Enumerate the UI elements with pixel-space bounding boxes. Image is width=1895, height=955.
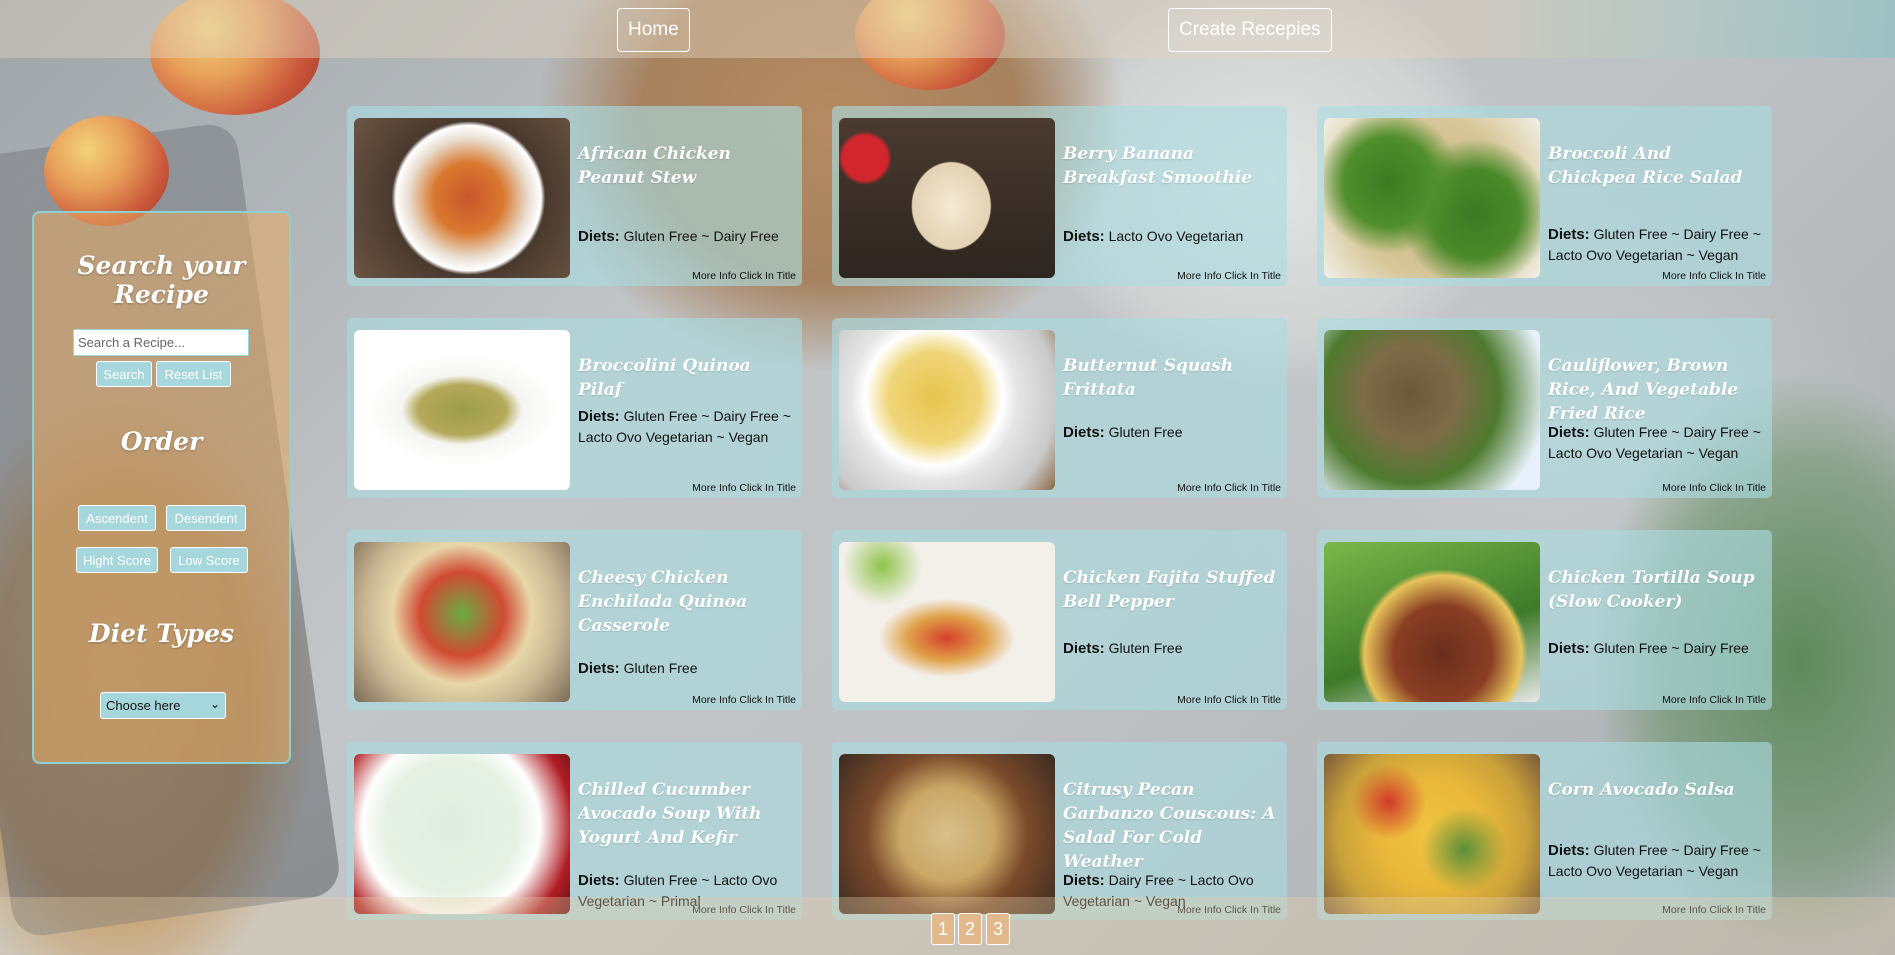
- top-navbar: Home Create Recepies: [0, 0, 1895, 58]
- recipe-diets: Diets: Gluten Free ~ Dairy Free: [578, 226, 794, 247]
- recipe-image: [1324, 754, 1540, 914]
- recipe-title-link[interactable]: Berry Banana Breakfast Smoothie: [1063, 142, 1278, 190]
- recipe-image: [839, 754, 1055, 914]
- recipe-title-link[interactable]: Chicken Fajita Stuffed Bell Pepper: [1063, 566, 1278, 614]
- recipe-title-link[interactable]: Chicken Tortilla Soup (Slow Cooker): [1548, 566, 1763, 614]
- recipe-title-link[interactable]: Butternut Squash Frittata: [1063, 354, 1278, 402]
- recipe-image: [839, 330, 1055, 490]
- reset-list-button[interactable]: Reset List: [156, 361, 231, 387]
- page-2-button[interactable]: 2: [958, 913, 982, 945]
- recipe-diets: Diets: Gluten Free: [1063, 422, 1279, 443]
- recipe-card: African Chicken Peanut Stew Diets: Gluten…: [347, 106, 802, 286]
- recipe-card: Chicken Fajita Stuffed Bell Pepper Diets:…: [832, 530, 1287, 710]
- diets-label: Diets:: [578, 872, 620, 889]
- more-info-hint: More Info Click In Title: [1662, 482, 1766, 494]
- diets-value: Gluten Free: [1108, 640, 1183, 656]
- diets-label: Diets:: [578, 660, 620, 677]
- more-info-hint: More Info Click In Title: [1662, 270, 1766, 282]
- search-input[interactable]: [73, 329, 249, 356]
- diets-label: Diets:: [578, 408, 620, 425]
- diets-label: Diets:: [1063, 228, 1105, 245]
- search-sidebar: Search your Recipe Search Reset List Ord…: [32, 211, 291, 764]
- recipe-image: [354, 330, 570, 490]
- recipe-title-link[interactable]: Chilled Cucumber Avocado Soup With Yogur…: [578, 778, 793, 850]
- recipe-title-link[interactable]: Cauliflower, Brown Rice, And Vegetable F…: [1548, 354, 1763, 426]
- recipe-card: Cheesy Chicken Enchilada Quinoa Casserol…: [347, 530, 802, 710]
- diet-select-value: Choose here: [106, 698, 181, 713]
- chevron-down-icon: ⌄: [209, 697, 220, 711]
- navbar-tint: [1475, 0, 1895, 58]
- diets-label: Diets:: [1548, 226, 1590, 243]
- recipe-card: Citrusy Pecan Garbanzo Couscous: A Salad…: [832, 742, 1287, 920]
- recipe-title-link[interactable]: Cheesy Chicken Enchilada Quinoa Casserol…: [578, 566, 793, 638]
- more-info-hint: More Info Click In Title: [692, 694, 796, 706]
- recipe-diets: Diets: Gluten Free: [578, 658, 794, 679]
- diets-label: Diets:: [1063, 424, 1105, 441]
- recipe-card: Berry Banana Breakfast Smoothie Diets: La…: [832, 106, 1287, 286]
- recipe-image: [1324, 542, 1540, 702]
- recipe-image: [839, 118, 1055, 278]
- diets-value: Gluten Free: [623, 660, 698, 676]
- recipe-card: Cauliflower, Brown Rice, And Vegetable F…: [1317, 318, 1772, 498]
- recipe-diets: Diets: Lacto Ovo Vegetarian: [1063, 226, 1279, 247]
- search-title: Search your Recipe: [77, 251, 246, 309]
- diet-type-select[interactable]: Choose here ⌄: [100, 692, 226, 719]
- page-1-button[interactable]: 1: [931, 913, 955, 945]
- recipe-image: [839, 542, 1055, 702]
- recipe-diets: Diets: Gluten Free ~ Dairy Free: [1548, 638, 1764, 659]
- more-info-hint: More Info Click In Title: [1177, 270, 1281, 282]
- search-button[interactable]: Search: [96, 361, 152, 387]
- recipe-card: Chicken Tortilla Soup (Slow Cooker) Diets…: [1317, 530, 1772, 710]
- recipe-card: Broccolini Quinoa Pilaf Diets: Gluten Fre…: [347, 318, 802, 498]
- recipe-diets: Diets: Gluten Free ~ Dairy Free ~ Lacto …: [1548, 422, 1764, 463]
- more-info-hint: More Info Click In Title: [1177, 694, 1281, 706]
- recipe-card: Broccoli And Chickpea Rice Salad Diets: G…: [1317, 106, 1772, 286]
- recipe-image: [354, 542, 570, 702]
- diets-value: Gluten Free: [1108, 424, 1183, 440]
- more-info-hint: More Info Click In Title: [1177, 482, 1281, 494]
- diets-label: Diets:: [578, 228, 620, 245]
- high-score-button[interactable]: Hight Score: [76, 547, 158, 573]
- diets-label: Diets:: [1063, 640, 1105, 657]
- more-info-hint: More Info Click In Title: [692, 270, 796, 282]
- diet-types-title: Diet Types: [88, 619, 235, 648]
- create-recipes-button[interactable]: Create Recepies: [1168, 8, 1332, 52]
- recipe-image: [1324, 118, 1540, 278]
- recipe-card: Butternut Squash Frittata Diets: Gluten F…: [832, 318, 1287, 498]
- recipe-card: Corn Avocado Salsa Diets: Gluten Free ~ D…: [1317, 742, 1772, 920]
- recipe-card: Chilled Cucumber Avocado Soup With Yogur…: [347, 742, 802, 920]
- recipe-title-link[interactable]: Corn Avocado Salsa: [1548, 778, 1763, 802]
- recipe-diets: Diets: Gluten Free: [1063, 638, 1279, 659]
- diets-label: Diets:: [1548, 640, 1590, 657]
- recipe-image: [354, 118, 570, 278]
- page-3-button[interactable]: 3: [986, 913, 1010, 945]
- diets-value: Lacto Ovo Vegetarian: [1108, 228, 1244, 244]
- more-info-hint: More Info Click In Title: [692, 482, 796, 494]
- diets-label: Diets:: [1548, 424, 1590, 441]
- diets-value: Gluten Free ~ Dairy Free: [1593, 640, 1749, 656]
- recipe-diets: Diets: Gluten Free ~ Dairy Free ~ Lacto …: [1548, 840, 1764, 881]
- diets-label: Diets:: [1548, 842, 1590, 859]
- more-info-hint: More Info Click In Title: [1662, 694, 1766, 706]
- recipe-title-link[interactable]: Broccoli And Chickpea Rice Salad: [1548, 142, 1763, 190]
- recipe-image: [1324, 330, 1540, 490]
- recipe-diets: Diets: Gluten Free ~ Dairy Free ~ Lacto …: [578, 406, 794, 447]
- diets-label: Diets:: [1063, 872, 1105, 889]
- background-apple: [44, 116, 169, 226]
- low-score-button[interactable]: Low Score: [170, 547, 248, 573]
- ascendent-button[interactable]: Ascendent: [78, 505, 156, 531]
- order-title: Order: [120, 427, 203, 456]
- recipe-diets: Diets: Gluten Free ~ Dairy Free ~ Lacto …: [1548, 224, 1764, 265]
- recipe-title-link[interactable]: Broccolini Quinoa Pilaf: [578, 354, 793, 402]
- desendent-button[interactable]: Desendent: [166, 505, 246, 531]
- recipe-title-link[interactable]: Citrusy Pecan Garbanzo Couscous: A Salad…: [1063, 778, 1278, 874]
- recipe-image: [354, 754, 570, 914]
- recipe-title-link[interactable]: African Chicken Peanut Stew: [578, 142, 793, 190]
- home-button[interactable]: Home: [617, 8, 690, 52]
- diets-value: Gluten Free ~ Dairy Free: [623, 228, 779, 244]
